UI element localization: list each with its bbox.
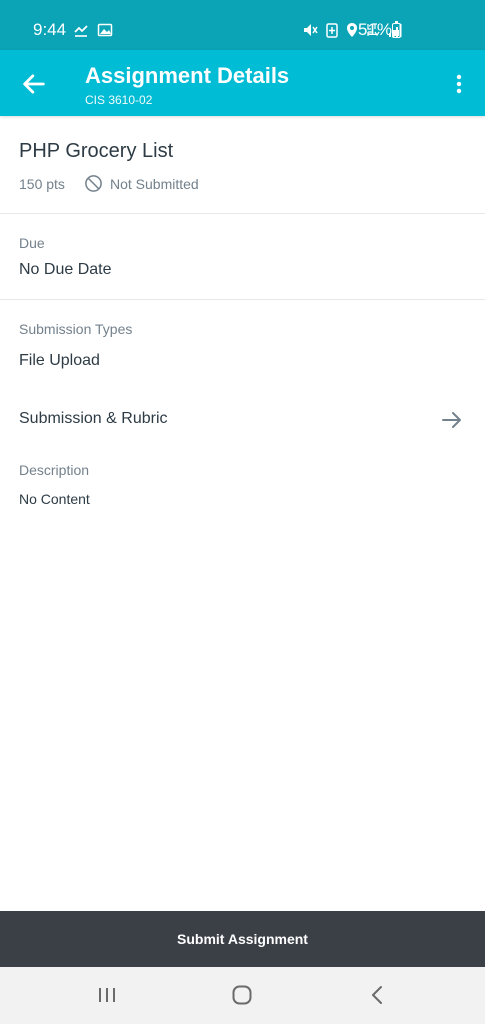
- page-title: Assignment Details: [85, 63, 290, 88]
- battery-percent: 51%: [358, 20, 393, 39]
- due-value: No Due Date: [19, 261, 112, 278]
- status-time: 9:44: [33, 20, 67, 39]
- submission-types-label: Submission Types: [19, 321, 133, 337]
- arrow-right-icon: [442, 412, 461, 428]
- submission-status: Not Submitted: [110, 176, 199, 192]
- description-value: No Content: [19, 491, 90, 507]
- divider: [0, 213, 485, 214]
- status-left-icons: [73, 22, 113, 38]
- system-nav-bar: [0, 967, 485, 1024]
- more-vertical-icon[interactable]: [450, 72, 468, 96]
- battery-icon: [392, 21, 401, 38]
- submit-assignment-button[interactable]: Submit Assignment: [0, 911, 485, 967]
- location-icon: [347, 23, 357, 37]
- description-label: Description: [19, 462, 90, 478]
- app-bar: Assignment Details CIS 3610-02: [0, 50, 485, 116]
- home-icon[interactable]: [230, 983, 254, 1007]
- assignment-points: 150 pts: [19, 176, 65, 192]
- assignment-title: PHP Grocery List: [19, 140, 174, 162]
- status-bar: 9:44 51%: [0, 0, 485, 50]
- missed-call-icon: [74, 25, 88, 37]
- battery-saver-icon: [326, 23, 338, 38]
- submission-rubric-label: Submission & Rubric: [19, 410, 168, 427]
- recent-apps-icon[interactable]: [95, 983, 119, 1007]
- no-symbol-icon: [85, 175, 102, 192]
- back-nav-icon[interactable]: [366, 983, 390, 1007]
- submission-rubric-row[interactable]: Submission & Rubric: [0, 396, 485, 442]
- mute-icon: [304, 24, 318, 36]
- image-icon: [97, 23, 113, 37]
- course-subtitle: CIS 3610-02: [85, 93, 153, 107]
- divider: [0, 299, 485, 300]
- arrow-left-icon[interactable]: [20, 70, 48, 98]
- due-label: Due: [19, 235, 45, 251]
- submission-types-value: File Upload: [19, 352, 100, 369]
